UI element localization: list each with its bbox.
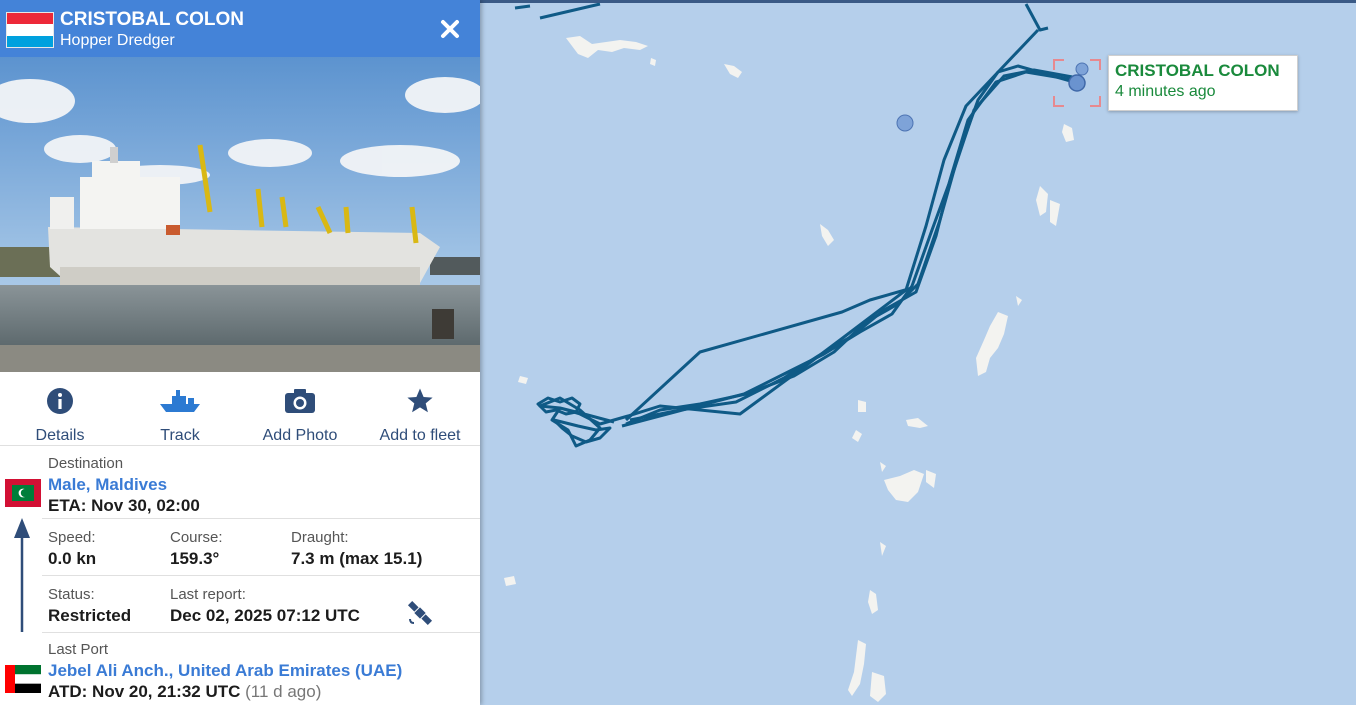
last-port-label: Last Port bbox=[48, 641, 109, 658]
islands bbox=[504, 36, 1074, 702]
course-value: 159.3° bbox=[170, 549, 220, 568]
details-button[interactable]: Details bbox=[0, 386, 120, 445]
speed-label: Speed: bbox=[48, 529, 96, 546]
vessel-track bbox=[514, 2, 1079, 448]
details-label: Details bbox=[35, 427, 85, 444]
status-label: Status: bbox=[48, 586, 95, 603]
info-icon bbox=[47, 388, 73, 414]
close-icon[interactable] bbox=[437, 16, 463, 42]
track-button[interactable]: Track bbox=[120, 386, 240, 445]
divider bbox=[42, 575, 480, 576]
last-report-value: Dec 02, 2025 07:12 UTC bbox=[170, 606, 360, 625]
maldives-flag-icon bbox=[5, 479, 41, 507]
divider bbox=[42, 518, 480, 519]
star-icon bbox=[407, 388, 433, 413]
vessel-tooltip[interactable]: CRISTOBAL COLON 4 minutes ago bbox=[1108, 55, 1298, 111]
vessel-marker[interactable] bbox=[896, 114, 914, 132]
atd-ago: (11 d ago) bbox=[245, 682, 322, 701]
add-to-fleet-button[interactable]: Add to fleet bbox=[360, 386, 480, 445]
destination-port-link[interactable]: Male, Maldives bbox=[48, 475, 167, 495]
add-photo-label: Add Photo bbox=[262, 427, 338, 444]
tooltip-age: 4 minutes ago bbox=[1115, 83, 1216, 100]
vessel-name: CRISTOBAL COLON bbox=[60, 9, 245, 30]
speed-value: 0.0 kn bbox=[48, 549, 97, 568]
camera-icon bbox=[285, 389, 315, 413]
draught-label: Draught: bbox=[291, 529, 349, 546]
selected-vessel-marker[interactable] bbox=[1068, 74, 1086, 92]
add-photo-button[interactable]: Add Photo bbox=[240, 386, 360, 445]
luxembourg-flag-icon bbox=[6, 12, 54, 48]
eta-value: ETA: Nov 30, 02:00 bbox=[48, 496, 200, 515]
vessel-marker[interactable] bbox=[1075, 62, 1089, 76]
atd-row: ATD: Nov 20, 21:32 UTC (11 d ago) bbox=[48, 682, 321, 702]
destination-label: Destination bbox=[48, 455, 124, 472]
vessel-type: Hopper Dredger bbox=[60, 32, 175, 49]
status-value: Restricted bbox=[48, 606, 132, 625]
track-label: Track bbox=[160, 427, 200, 444]
vessel-panel: CRISTOBAL COLON Hopper Dredger Details T… bbox=[0, 0, 480, 705]
action-bar: Details Track Add Photo Add to fleet bbox=[0, 372, 480, 446]
ship-icon bbox=[160, 390, 200, 412]
atd-value: ATD: Nov 20, 21:32 UTC bbox=[48, 682, 241, 701]
vessel-photo[interactable] bbox=[0, 57, 480, 372]
add-to-fleet-label: Add to fleet bbox=[379, 427, 461, 444]
divider bbox=[42, 632, 480, 633]
map-top-border bbox=[480, 0, 1356, 3]
uae-flag-icon bbox=[5, 665, 41, 693]
course-label: Course: bbox=[170, 529, 223, 546]
last-report-label: Last report: bbox=[170, 586, 246, 603]
draught-value: 7.3 m (max 15.1) bbox=[291, 549, 423, 568]
last-port-link[interactable]: Jebel Ali Anch., United Arab Emirates (U… bbox=[48, 661, 402, 681]
route-arrow-icon bbox=[14, 518, 30, 632]
satellite-icon[interactable] bbox=[406, 599, 434, 627]
tooltip-vessel-name: CRISTOBAL COLON bbox=[1115, 61, 1280, 80]
panel-header: CRISTOBAL COLON Hopper Dredger bbox=[0, 0, 480, 57]
